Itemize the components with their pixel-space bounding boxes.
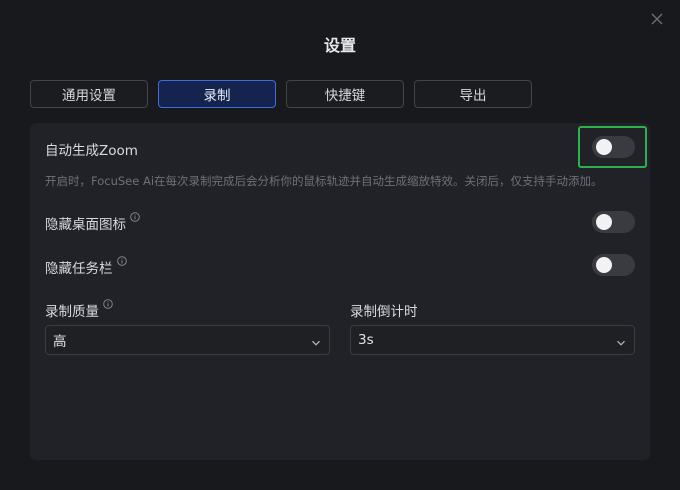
chevron-down-icon [311, 336, 321, 346]
countdown-value: 3s [358, 332, 374, 348]
close-icon[interactable] [648, 10, 666, 28]
auto-zoom-toggle[interactable] [592, 136, 635, 158]
countdown-label: 录制倒计时 [350, 304, 418, 320]
quality-row: 录制质量 [45, 297, 113, 320]
hide-taskbar-label: 隐藏任务栏 [45, 261, 113, 277]
info-icon[interactable] [103, 297, 113, 309]
recording-settings-panel: 自动生成Zoom 开启时，FocuSee Ai在每次录制完成后会分析你的鼠标轨迹… [30, 123, 650, 460]
hide-desktop-icons-row: 隐藏桌面图标 [45, 210, 140, 233]
tab-export[interactable]: 导出 [414, 80, 532, 108]
countdown-select[interactable]: 3s [350, 325, 635, 355]
quality-select[interactable]: 高 [45, 325, 330, 355]
auto-zoom-label: 自动生成Zoom [45, 143, 138, 159]
auto-zoom-description: 开启时，FocuSee Ai在每次录制完成后会分析你的鼠标轨迹并自动生成缩放特效… [45, 174, 603, 188]
settings-dialog: 设置 通用设置 录制 快捷键 导出 自动生成Zoom 开启时，FocuSee A… [0, 0, 680, 490]
quality-value: 高 [53, 334, 67, 350]
toggle-knob [596, 139, 612, 155]
info-icon[interactable] [116, 254, 127, 266]
toggle-knob [596, 214, 612, 230]
dialog-title: 设置 [323, 36, 356, 55]
chevron-down-icon [616, 336, 626, 346]
hide-taskbar-row: 隐藏任务栏 [45, 254, 127, 277]
tab-recording[interactable]: 录制 [158, 80, 276, 108]
settings-tabs: 通用设置 录制 快捷键 导出 [30, 80, 532, 108]
tab-general[interactable]: 通用设置 [30, 80, 148, 108]
quality-label: 录制质量 [45, 304, 99, 320]
toggle-knob [596, 257, 612, 273]
hide-desktop-icons-label: 隐藏桌面图标 [45, 217, 126, 233]
info-icon[interactable] [130, 210, 140, 222]
hide-taskbar-toggle[interactable] [592, 254, 635, 276]
tab-shortcuts[interactable]: 快捷键 [286, 80, 404, 108]
hide-desktop-icons-toggle[interactable] [592, 211, 635, 233]
